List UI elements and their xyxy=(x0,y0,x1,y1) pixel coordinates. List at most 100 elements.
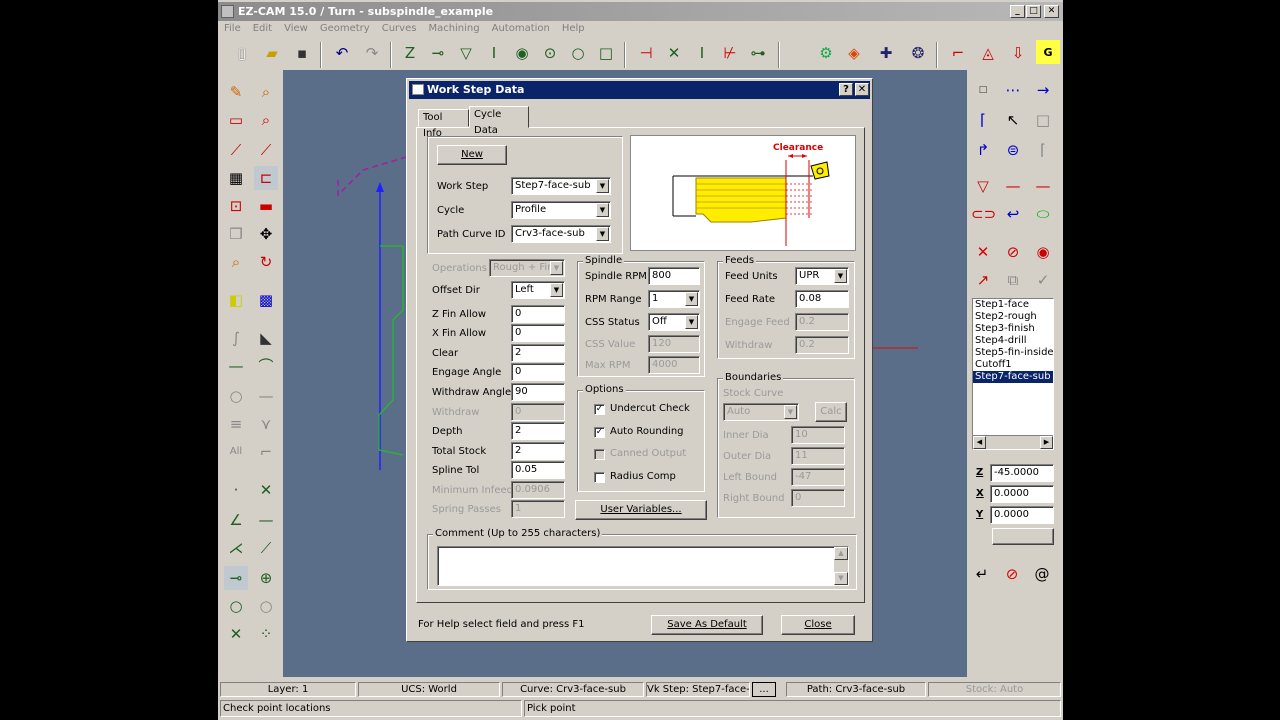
menu-machining[interactable]: Machining xyxy=(422,21,485,36)
dashline-icon[interactable]: ⋯ xyxy=(1001,78,1025,102)
max-rpm-field[interactable]: 4000 xyxy=(648,356,700,374)
arrow-line-icon[interactable]: → xyxy=(1031,78,1055,102)
withdraw-field[interactable]: 0 xyxy=(511,403,565,421)
feed-units-select[interactable]: UPR ▼ xyxy=(795,267,849,285)
circle-tool-icon[interactable]: ○ xyxy=(224,384,248,408)
min-infeed-field[interactable]: 0.0906 xyxy=(511,481,565,499)
redo-icon[interactable]: ↷ xyxy=(360,40,384,64)
operations-select[interactable]: Rough + Fin ▼ xyxy=(489,259,565,277)
line-tool-icon[interactable]: — xyxy=(224,354,248,378)
cross-icon[interactable]: ✕ xyxy=(224,622,248,646)
line-angle-icon[interactable]: ▽ xyxy=(454,40,478,64)
canned-output-checkbox[interactable] xyxy=(594,449,605,460)
line-vertical-icon[interactable]: I xyxy=(482,40,506,64)
auto-rounding-checkbox[interactable]: ✓ xyxy=(594,427,605,438)
offset-dir-select[interactable]: Left ▼ xyxy=(511,281,565,299)
maximize-button[interactable]: □ xyxy=(1026,5,1041,18)
lines-icon[interactable]: ≡ xyxy=(224,412,248,436)
list-item[interactable]: Step4-drill xyxy=(973,335,1053,347)
angle-line-icon[interactable]: ∠ xyxy=(224,508,248,532)
new-file-icon[interactable]: ▯ xyxy=(230,40,254,64)
circle-gray-icon[interactable]: ○ xyxy=(254,594,278,618)
menu-edit[interactable]: Edit xyxy=(247,21,278,36)
stock-curve-select[interactable]: Auto ▼ xyxy=(723,403,799,421)
copy-icon[interactable]: ⧉ xyxy=(1001,268,1025,292)
hide-icon[interactable]: ⊘ xyxy=(1001,240,1025,264)
surface-icon[interactable]: ◣ xyxy=(254,326,278,350)
point-small-icon[interactable]: □ xyxy=(971,78,995,102)
tab-tool-info[interactable]: Tool Info xyxy=(418,109,469,139)
chevron-down-icon[interactable]: ▼ xyxy=(596,203,609,217)
show-eye-icon[interactable]: ◉ xyxy=(1031,240,1055,264)
chevron-down-icon[interactable]: ▼ xyxy=(685,315,698,329)
path-curve-select[interactable]: Crv3-face-sub ▼ xyxy=(511,225,611,243)
grid-icon[interactable]: ▦ xyxy=(224,166,248,190)
hline-active-icon[interactable]: ⊸ xyxy=(224,566,248,590)
undercut-checkbox[interactable]: ✓ xyxy=(594,404,605,415)
status-layer[interactable]: Layer: 1 xyxy=(220,682,356,697)
menu-curves[interactable]: Curves xyxy=(376,21,423,36)
chevron-down-icon[interactable]: ▼ xyxy=(784,405,797,419)
gcode-icon[interactable]: G xyxy=(1036,40,1060,64)
right-bound-field[interactable]: 0 xyxy=(791,489,845,507)
point-icon[interactable]: · xyxy=(224,478,248,502)
engage-feed-field[interactable]: 0.2 xyxy=(795,313,849,331)
break-icon[interactable]: ⊬ xyxy=(718,40,742,64)
status-workstep[interactable]: Vk Step: Step7-face-sub xyxy=(646,682,750,697)
dimension-icon[interactable]: ⊡ xyxy=(224,194,248,218)
engage-angle-field[interactable]: 0 xyxy=(511,363,565,381)
return-arrow-icon[interactable]: ↩ xyxy=(1001,202,1025,226)
arc-gray-icon[interactable]: ⌈ xyxy=(1031,138,1055,162)
chevron-down-icon[interactable]: ▼ xyxy=(550,283,563,297)
pill-icon[interactable]: ⊜ xyxy=(1001,138,1025,162)
slope-icon[interactable]: ⟋ xyxy=(254,536,278,560)
rpm-range-select[interactable]: 1 ▼ xyxy=(648,290,700,308)
line-zigzag-icon[interactable]: Z xyxy=(398,40,422,64)
status-curve[interactable]: Curve: Crv3-face-sub xyxy=(502,682,644,697)
spring-passes-field[interactable]: 1 xyxy=(511,500,565,518)
tool-library-icon[interactable]: ⚙ xyxy=(814,40,838,64)
corner-arrow-icon[interactable]: ↱ xyxy=(971,138,995,162)
circle-plus-icon[interactable]: ⊕ xyxy=(254,566,278,590)
calc-button[interactable]: Calc xyxy=(815,402,847,422)
corner-icon[interactable]: ⌐ xyxy=(254,440,278,464)
chevron-down-icon[interactable]: ▼ xyxy=(685,292,698,306)
verify-icon[interactable]: ❂ xyxy=(906,40,930,64)
list-item-selected[interactable]: Step7-face-sub xyxy=(973,371,1053,383)
dialog-close-x-button[interactable]: ✕ xyxy=(855,83,869,96)
comment-scrollbar[interactable]: ▲ ▼ xyxy=(834,547,848,585)
circle-center-icon[interactable]: ⊙ xyxy=(538,40,562,64)
machining-icon[interactable]: ◈ xyxy=(842,40,866,64)
spindle-rpm-field[interactable]: 800 xyxy=(648,267,700,285)
intersect-icon[interactable]: ✕ xyxy=(662,40,686,64)
measure-icon[interactable]: ⟋ xyxy=(224,138,248,162)
box-icon[interactable]: □ xyxy=(1031,108,1055,132)
line-horizontal-icon[interactable]: ⊸ xyxy=(426,40,450,64)
minimize-button[interactable]: _ xyxy=(1010,5,1025,18)
css-status-select[interactable]: Off ▼ xyxy=(648,313,700,331)
work-step-list[interactable]: Step1-face Step2-rough Step3-finish Step… xyxy=(972,298,1054,450)
tangent-icon[interactable]: ⋌ xyxy=(224,536,248,560)
red-pill-icon[interactable]: ⊂⊃ xyxy=(971,202,996,226)
work-step-select[interactable]: Step7-face-sub ▼ xyxy=(511,177,611,195)
view-3d-icon[interactable]: ❒ xyxy=(224,222,248,246)
menu-view[interactable]: View xyxy=(278,21,314,36)
arc-corner-icon[interactable]: ⌈ xyxy=(971,108,995,132)
withdraw-angle-field[interactable]: 90 xyxy=(511,383,565,401)
join-icon[interactable]: ⊶ xyxy=(746,40,770,64)
z-fin-field[interactable]: 0 xyxy=(511,305,565,323)
circle-tan-icon[interactable]: ○ xyxy=(224,594,248,618)
list-item[interactable]: Step1-face xyxy=(973,299,1053,311)
diag-arrow-icon[interactable]: ↖ xyxy=(1001,108,1025,132)
x-coord-field[interactable]: 0.0000 xyxy=(990,485,1054,503)
zoom-extents-icon[interactable]: ⌕ xyxy=(224,250,248,274)
status-ucs[interactable]: UCS: World xyxy=(358,682,500,697)
z-coord-field[interactable]: -45.0000 xyxy=(990,464,1054,482)
curve-icon[interactable]: ∫ xyxy=(224,326,248,350)
menu-automation[interactable]: Automation xyxy=(486,21,556,36)
select-icon[interactable]: ▭ xyxy=(224,108,248,132)
outer-dia-field[interactable]: 11 xyxy=(791,447,845,465)
arc-icon[interactable]: ⌒ xyxy=(254,354,278,378)
red-line-2-icon[interactable]: — xyxy=(1031,174,1055,198)
zoom-icon[interactable]: ⌕ xyxy=(254,108,278,132)
